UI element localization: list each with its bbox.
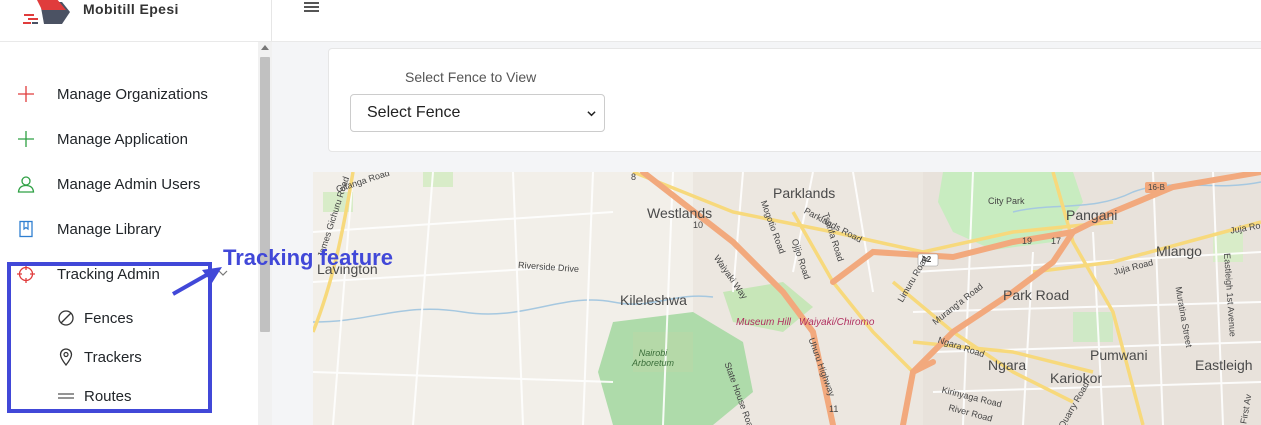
map-label-pumwani: Pumwani xyxy=(1090,347,1148,363)
map-label-waiyaki-chiromo: Waiyaki/Chiromo xyxy=(799,317,875,328)
map-label-road-10: 10 xyxy=(693,220,704,230)
fence-select-label: Select Fence to View xyxy=(405,69,537,85)
top-bar xyxy=(272,0,1261,42)
map-label-city-park: City Park xyxy=(988,196,1025,206)
plus-icon xyxy=(15,128,37,150)
brand-header: Mobitill Epesi xyxy=(0,0,272,42)
map-label-museum-hill: Museum Hill xyxy=(736,317,792,328)
map-view[interactable]: Parklands Westlands City Park Pangani Ml… xyxy=(313,172,1261,425)
sidebar-item-manage-application[interactable]: Manage Application xyxy=(0,119,258,159)
sidebar-item-label: Manage Library xyxy=(57,220,162,238)
map-label-park-road: Park Road xyxy=(1003,287,1070,303)
map-label-parklands: Parklands xyxy=(773,185,836,201)
scroll-up-arrow-icon[interactable] xyxy=(261,45,269,50)
sidebar-item-manage-library[interactable]: Manage Library xyxy=(0,209,258,249)
map-label-mlango: Mlango xyxy=(1156,243,1202,259)
sidebar-item-label: Manage Application xyxy=(57,130,188,148)
map-label-westlands: Westlands xyxy=(647,205,713,221)
map-label-road-17: 17 xyxy=(1051,236,1062,246)
fence-selector-card: Select Fence to View Select Fence xyxy=(328,48,1261,152)
fence-select-value: Select Fence xyxy=(367,104,461,121)
sidebar-item-manage-organizations[interactable]: Manage Organizations xyxy=(0,74,258,114)
annotation-label: Tracking feature xyxy=(223,245,393,270)
hamburger-menu-icon[interactable] xyxy=(303,0,321,16)
app-root: Mobitill Epesi Manage Organizations Mana… xyxy=(0,0,1261,425)
map-label-eastleigh: Eastleigh xyxy=(1195,357,1253,373)
sidebar-item-label: Manage Organizations xyxy=(57,85,208,103)
map-label-road-19: 19 xyxy=(1022,236,1033,246)
sidebar-scrollbar[interactable] xyxy=(258,42,272,425)
map-badge-16b: 16-B xyxy=(1148,183,1165,192)
map-label-road-11: 11 xyxy=(829,404,839,414)
map-label-road-8: 8 xyxy=(631,172,637,182)
book-icon xyxy=(15,218,37,240)
map-label-kariokor: Kariokor xyxy=(1050,370,1103,386)
scrollbar-thumb[interactable] xyxy=(260,57,270,332)
map-label-kileleshwa: Kileleshwa xyxy=(620,292,687,308)
annotation-highlight-box xyxy=(7,262,212,413)
map-label-ngara: Ngara xyxy=(988,357,1027,373)
chevron-down-icon xyxy=(587,111,596,117)
sidebar-item-manage-admin-users[interactable]: Manage Admin Users xyxy=(0,164,258,204)
fence-select-dropdown[interactable]: Select Fence xyxy=(350,94,605,132)
brand-name: Mobitill Epesi xyxy=(83,1,179,17)
plus-icon xyxy=(15,83,37,105)
sidebar-item-label: Manage Admin Users xyxy=(57,175,201,193)
map-canvas xyxy=(313,172,1261,425)
user-icon xyxy=(15,173,37,195)
brand-logo-icon xyxy=(23,0,70,24)
map-label-pangani: Pangani xyxy=(1066,207,1118,223)
map-label-nairobi-arboretum: Nairobi Arboretum xyxy=(631,348,675,368)
